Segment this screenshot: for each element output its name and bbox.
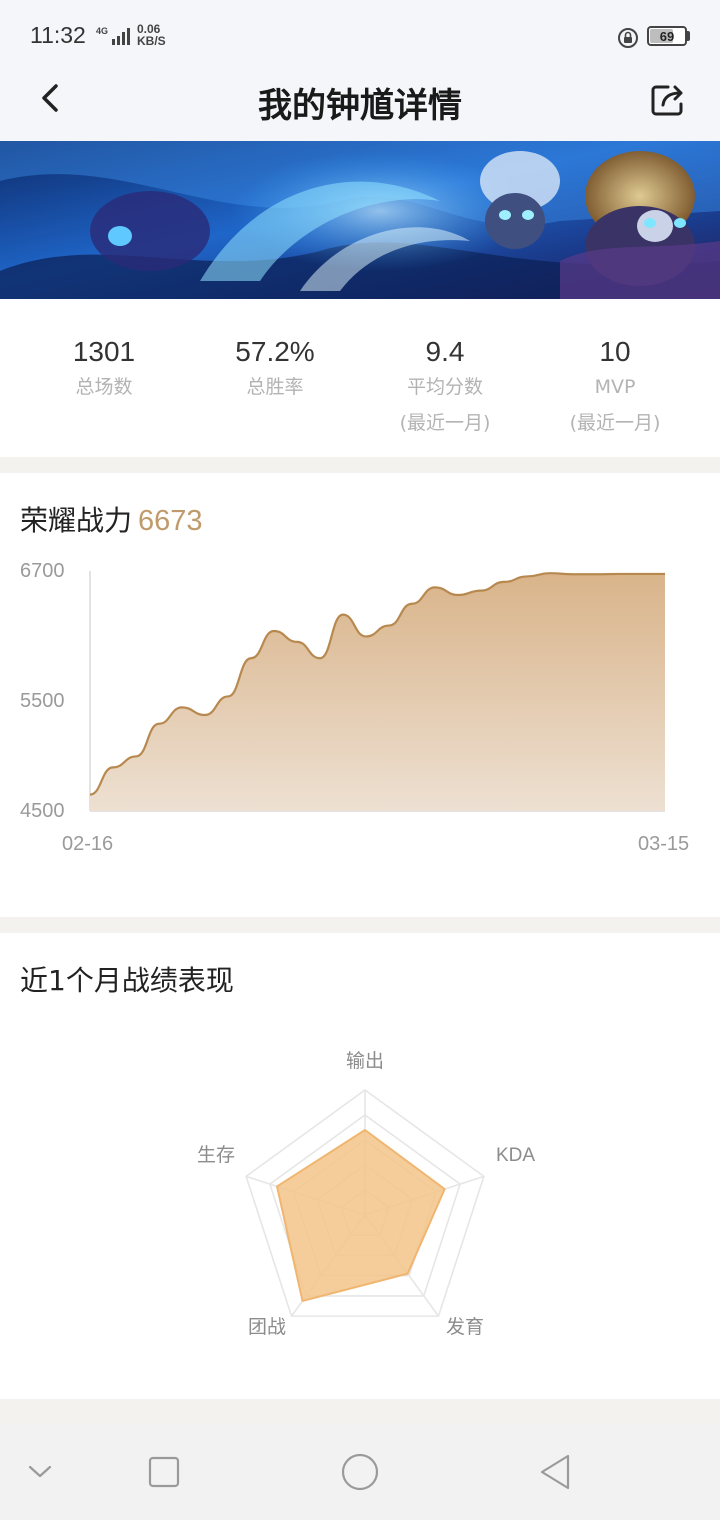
system-nav-bar [0,1424,720,1520]
speed-unit: KB/S [137,34,166,48]
collapse-nav-button[interactable] [20,1452,60,1492]
stat-value: 9.4 [425,336,465,367]
stats-panel: 1301 总场数 57.2% 总胜率 9.4 平均分数 (最近一月) 10 MV… [0,299,720,457]
y-tick-label: 5500 [20,690,65,712]
chart-area [90,573,665,811]
power-chart: 6700 5500 4500 02-16 03-15 [20,560,689,855]
stat-label: 总胜率 [246,376,304,398]
battery-level: 69 [659,29,675,44]
stat-value: 10 [599,336,631,367]
stat-win-rate: 57.2% 总胜率 [190,335,360,405]
stat-average-score: 9.4 平均分数 (最近一月) [360,335,530,441]
battery-cap [687,31,690,41]
stat-label: MVP [594,376,636,398]
stat-sublabel: (最近一月) [569,412,661,434]
network-label: 4G [96,26,108,36]
radar-axis-label-survival: 生存 [197,1144,235,1166]
hero-banner-image [0,141,720,299]
stat-total-games: 1301 总场数 [19,335,189,405]
stat-label: 总场数 [75,376,133,398]
performance-card: 近1个月战绩表现 输出 KDA 发育 团战 生存 [0,933,720,1399]
radar-axis-label-teamfight: 团战 [248,1316,286,1338]
recents-button[interactable] [144,1452,184,1492]
app-bar: 我的钟馗详情 [0,64,720,141]
share-icon [651,85,683,116]
power-value: 6673 [138,505,203,537]
battery-icon: 69 [647,26,687,46]
signal-icon: 4G [96,26,130,45]
back-nav-button[interactable] [536,1452,576,1492]
radar-axis-label-kda: KDA [496,1145,535,1166]
performance-title: 近1个月战绩表现 [20,964,234,997]
status-time: 11:32 [30,22,86,48]
network-speed: 0.06 KB/S [137,23,166,47]
stat-value: 1301 [72,336,136,367]
radar-axis-label-output: 输出 [346,1050,384,1072]
y-tick-label: 4500 [20,800,65,822]
power-card: 荣耀战力 6673 6700 5500 4500 02-16 03-15 [0,473,720,917]
x-tick-label-start: 02-16 [62,833,113,855]
stat-sublabel: (最近一月) [399,412,491,434]
page-title: 我的钟馗详情 [258,86,462,126]
radar-value-shape [275,1128,446,1303]
circle-icon [341,1453,379,1491]
power-title-row: 荣耀战力 6673 [20,499,203,539]
stat-value: 57.2% [235,336,315,367]
square-icon [148,1456,180,1488]
x-tick-label-end: 03-15 [638,833,689,855]
home-button[interactable] [340,1452,380,1492]
stat-mvp: 10 MVP (最近一月) [530,335,700,441]
power-title: 荣耀战力 [20,504,133,537]
rotation-lock-icon [618,28,638,48]
radar-chart: 输出 KDA 发育 团战 生存 [197,1050,535,1338]
stat-label: 平均分数 [406,376,483,398]
share-button[interactable] [646,78,690,122]
radar-axis-label-growth: 发育 [446,1316,484,1338]
triangle-back-icon [540,1454,570,1490]
status-bar: 11:32 4G 0.06 KB/S 69 [0,0,720,64]
chevron-down-icon [28,1465,52,1478]
y-tick-label: 6700 [20,560,65,582]
